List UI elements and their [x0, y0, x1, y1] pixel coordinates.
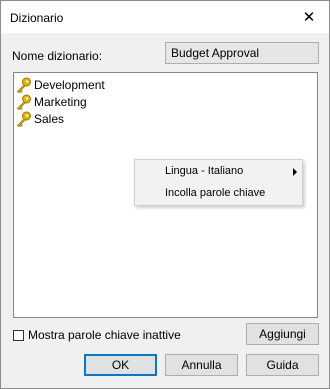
menu-item-label: Lingua - Italiano [165, 165, 244, 177]
cancel-button[interactable]: Annulla [165, 354, 238, 376]
show-inactive-checkbox[interactable] [13, 329, 24, 341]
show-inactive-label: Mostra parole chiave inattive [28, 328, 181, 342]
menu-item-language[interactable]: Lingua - Italiano [135, 161, 302, 182]
title-bar: Dizionario ✕ [1, 1, 329, 33]
key-icon [16, 111, 31, 127]
add-button[interactable]: Aggiungi [246, 323, 319, 345]
tree-item-sales[interactable]: Sales [15, 110, 64, 127]
tree-item-label: Marketing [34, 94, 87, 109]
tree-item-development[interactable]: Development [15, 76, 105, 93]
dictionary-name-field: Budget Approval [165, 42, 319, 64]
dictionary-name-label: Nome dizionario: [12, 49, 103, 63]
close-icon[interactable]: ✕ [289, 1, 329, 33]
submenu-arrow-icon [293, 168, 297, 176]
ok-button[interactable]: OK [84, 354, 157, 376]
help-button[interactable]: Guida [246, 354, 319, 376]
tree-item-marketing[interactable]: Marketing [15, 93, 87, 110]
dialog-window: Dizionario ✕ Nome dizionario: Budget App… [0, 0, 330, 389]
tree-item-label: Sales [34, 111, 65, 126]
context-menu: Lingua - Italiano Incolla parole chiave [134, 159, 303, 206]
key-icon [16, 94, 31, 110]
menu-item-paste-keywords[interactable]: Incolla parole chiave [135, 183, 302, 204]
menu-item-label: Incolla parole chiave [165, 187, 266, 199]
show-inactive-row[interactable]: Mostra parole chiave inattive [13, 328, 181, 342]
tree-item-label: Development [34, 77, 105, 92]
window-title: Dizionario [10, 11, 64, 25]
key-icon [16, 77, 31, 93]
